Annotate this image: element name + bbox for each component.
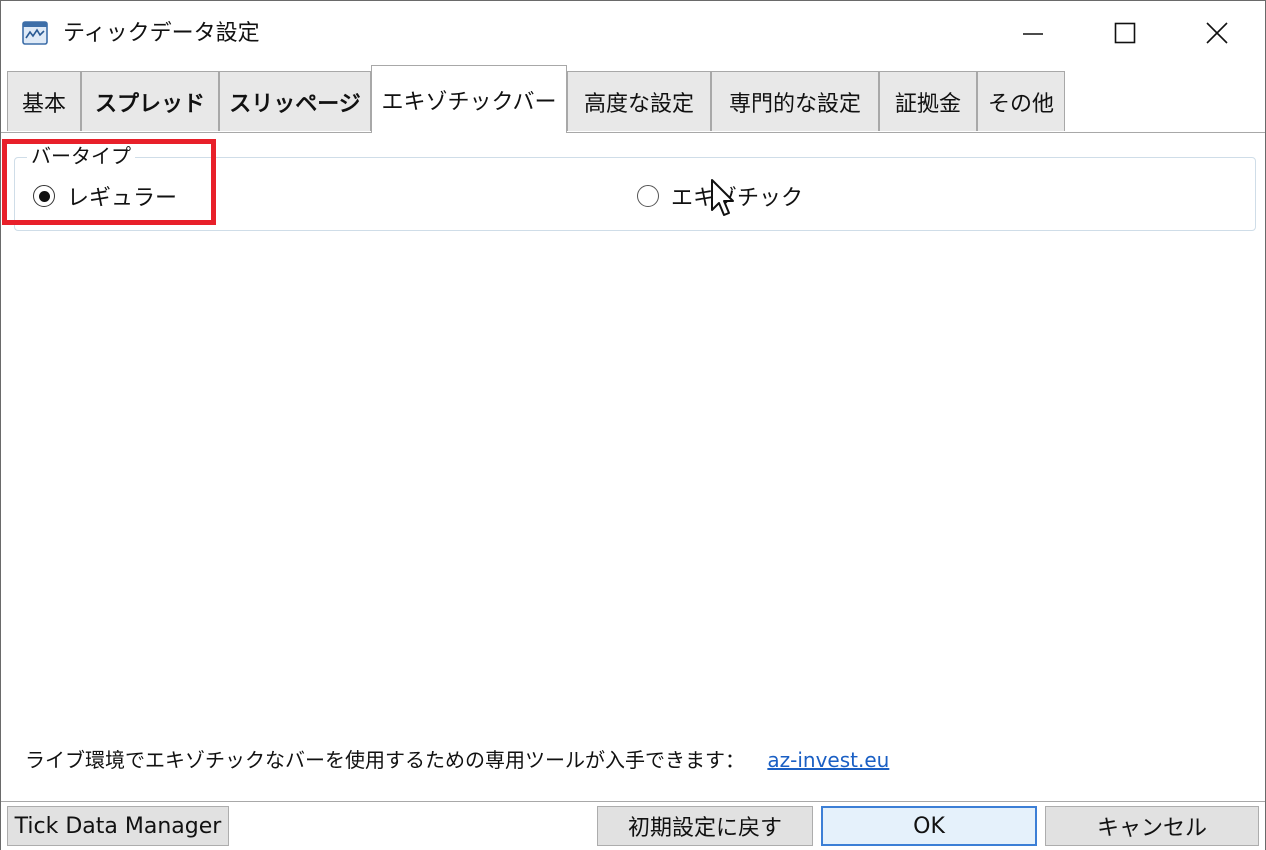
minimize-button[interactable]	[987, 1, 1079, 65]
maximize-icon	[1114, 22, 1136, 44]
tab-strip: 基本 スプレッド スリッページ エキゾチックバー 高度な設定 専門的な設定 証拠…	[1, 65, 1265, 133]
close-icon	[1206, 22, 1228, 44]
ok-button[interactable]: OK	[821, 806, 1037, 846]
maximize-button[interactable]	[1079, 1, 1171, 65]
radio-unchecked-icon	[637, 185, 659, 207]
footer-note: ライブ環境でエキゾチックなバーを使用するための専用ツールが入手できます： az-…	[25, 745, 889, 775]
tick-data-manager-button[interactable]: Tick Data Manager	[7, 806, 229, 846]
cancel-button[interactable]: キャンセル	[1045, 806, 1259, 846]
app-icon	[22, 21, 48, 45]
dialog-window: ティックデータ設定 基本 スプレッド スリッページ エキゾチックバー 高度な設定…	[0, 0, 1266, 850]
tab-basic[interactable]: 基本	[7, 71, 81, 131]
close-button[interactable]	[1171, 1, 1263, 65]
tab-expert[interactable]: 専門的な設定	[711, 71, 879, 131]
tab-slippage[interactable]: スリッページ	[219, 71, 371, 131]
window-title: ティックデータ設定	[63, 21, 260, 46]
az-invest-link[interactable]: az-invest.eu	[767, 748, 889, 772]
reset-defaults-button[interactable]: 初期設定に戻す	[597, 806, 813, 846]
minimize-icon	[1023, 33, 1043, 35]
title-bar: ティックデータ設定	[1, 1, 1265, 65]
tab-spread[interactable]: スプレッド	[81, 71, 219, 131]
mouse-cursor-icon	[711, 179, 734, 216]
tab-margin[interactable]: 証拠金	[879, 71, 977, 131]
radio-exotic-label: エキゾチック	[671, 186, 804, 211]
highlight-box	[2, 139, 216, 225]
tab-advanced[interactable]: 高度な設定	[567, 71, 711, 131]
footer-note-text: ライブ環境でエキゾチックなバーを使用するための専用ツールが入手できます：	[25, 748, 745, 772]
tab-other[interactable]: その他	[977, 71, 1065, 131]
button-bar: Tick Data Manager 初期設定に戻す OK キャンセル	[1, 801, 1265, 850]
tab-content-panel: バータイプ レギュラー エキゾチック ライブ環境でエキゾチックなバーを使用するた…	[1, 132, 1265, 801]
tab-exotic-bar[interactable]: エキゾチックバー	[371, 65, 567, 133]
